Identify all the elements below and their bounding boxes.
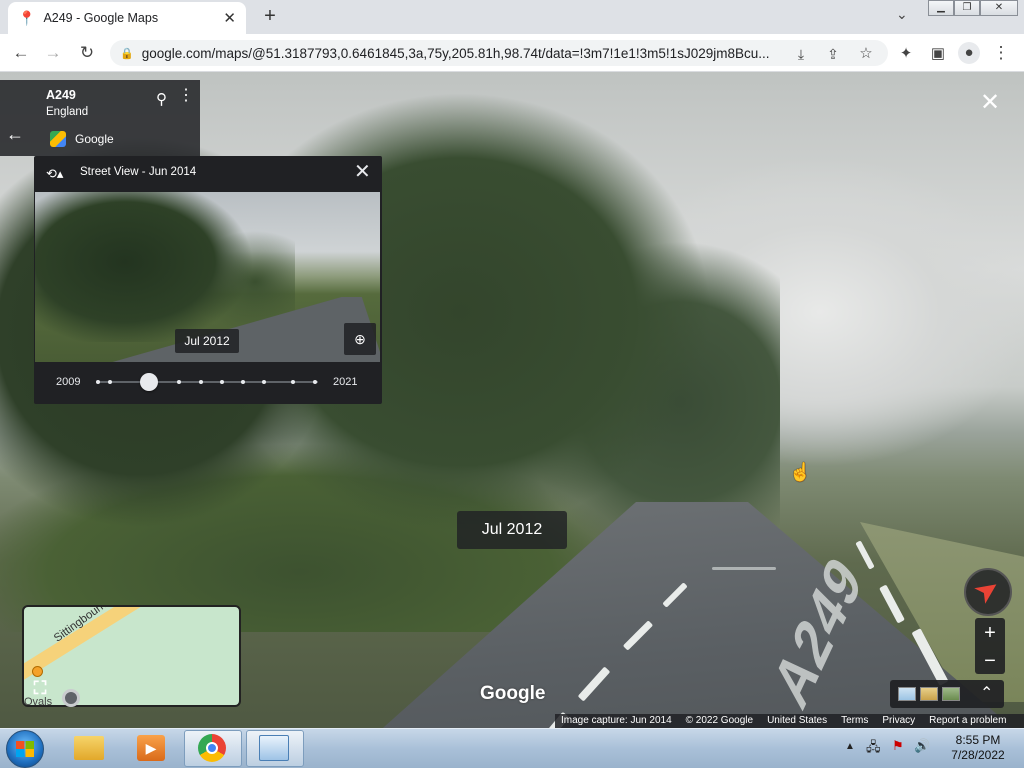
satellite-layer-thumb[interactable] (942, 687, 960, 701)
lane-marking (855, 540, 875, 570)
minimize-window-button[interactable]: ▁ (928, 0, 954, 16)
minimap-location-pin-icon (32, 666, 43, 677)
clock-time: 8:55 PM (955, 733, 1001, 747)
timeline-dot[interactable] (199, 380, 203, 384)
volume-icon[interactable]: 🔊 (914, 738, 930, 754)
capture-date-overlay: Jul 2012 (457, 511, 567, 549)
timeline-dot[interactable] (313, 380, 317, 384)
thumbnail-trees (35, 192, 295, 342)
lock-icon: 🔒 (120, 47, 134, 60)
back-to-map-icon[interactable]: ← (6, 124, 26, 145)
back-arrow-icon[interactable]: ← (10, 42, 32, 64)
more-options-icon[interactable]: ⋮ (178, 88, 194, 104)
google-maps-logo-icon (50, 131, 66, 147)
minimap[interactable]: Sittingbourne Rd (22, 605, 241, 707)
privacy-link[interactable]: Privacy (882, 714, 915, 728)
close-window-button[interactable]: ✕ (980, 0, 1018, 16)
browser-tab[interactable]: 📍 A249 - Google Maps ✕ (8, 2, 246, 34)
extensions-puzzle-icon[interactable]: ✦ (895, 43, 917, 65)
bookmark-star-icon[interactable]: ☆ (855, 43, 877, 65)
terrain-layer-thumb[interactable] (920, 687, 938, 701)
tab-title: A249 - Google Maps (43, 11, 159, 25)
timeline-slider-knob[interactable] (140, 373, 158, 391)
timeline-dot[interactable] (96, 380, 100, 384)
timeline-end-year: 2021 (333, 376, 358, 388)
terms-link[interactable]: Terms (841, 714, 868, 728)
pegman-icon[interactable] (62, 689, 80, 707)
location-pin-icon[interactable]: ⚲ (156, 90, 167, 108)
copyright: © 2022 Google (685, 715, 754, 726)
timeline-dot[interactable] (108, 380, 112, 384)
close-time-travel-icon[interactable]: ✕ (354, 162, 371, 182)
maps-pin-favicon-icon: 📍 (18, 9, 36, 26)
reload-icon[interactable]: ↻ (76, 42, 98, 64)
thumbnail-date-label: Jul 2012 (175, 329, 239, 353)
restore-window-button[interactable]: ❐ (954, 0, 980, 16)
file-explorer-icon[interactable] (74, 736, 104, 760)
history-clock-icon[interactable]: ⟲▴ (46, 166, 63, 182)
tab-close-icon[interactable]: ✕ (223, 9, 236, 27)
attribution-bar: Image capture: Jun 2014 © 2022 Google Un… (555, 714, 1024, 728)
url-text: google.com/maps/@51.3187793,0.6461845,3a… (141, 45, 770, 61)
timeline-dot[interactable] (291, 380, 295, 384)
forward-arrow-icon[interactable]: → (42, 42, 64, 64)
image-capture-date: Image capture: Jun 2014 (561, 715, 672, 726)
clock-date: 7/28/2022 (951, 748, 1005, 762)
map-layer-thumb[interactable] (898, 687, 916, 701)
action-center-flag-icon[interactable]: ⚑ (892, 738, 904, 754)
network-icon[interactable]: 🖧 (866, 738, 881, 760)
google-logo: Google (480, 683, 546, 704)
windows-logo-icon (16, 741, 34, 757)
place-region: England (46, 106, 89, 118)
timeline-dot[interactable] (220, 380, 224, 384)
expand-layers-chevron-icon[interactable]: ⌃ (980, 683, 993, 703)
timeline-dot[interactable] (262, 380, 266, 384)
new-tab-button[interactable]: + (258, 4, 282, 28)
profile-avatar-icon[interactable]: ● (958, 42, 980, 64)
road-cross-marking (712, 567, 776, 570)
expand-minimap-icon[interactable]: ⛶ (30, 678, 50, 698)
mouse-cursor-icon: ☝ (789, 462, 812, 482)
close-street-view-icon[interactable]: ✕ (980, 91, 1000, 115)
timeline-dot[interactable] (177, 380, 181, 384)
tab-search-chevron-icon[interactable]: ⌄ (896, 6, 908, 23)
media-player-icon[interactable]: ▶ (137, 735, 165, 761)
share-icon[interactable]: ⇪ (822, 43, 844, 65)
system-clock[interactable]: 8:55 PM 7/28/2022 (938, 733, 1018, 763)
chrome-icon (198, 734, 226, 762)
place-name: A249 (46, 88, 76, 102)
install-icon[interactable]: ⤓ (790, 43, 812, 65)
zoom-in-button[interactable]: + (975, 619, 1005, 647)
zoom-out-button[interactable]: − (975, 647, 1005, 675)
control-panel-icon (259, 735, 289, 761)
timeline-start-year: 2009 (56, 376, 81, 388)
time-travel-header: Street View - Jun 2014 (80, 166, 197, 178)
menu-kebab-icon[interactable]: ⋮ (990, 42, 1012, 64)
imagery-source: Google (75, 132, 114, 146)
address-bar[interactable]: 🔒 google.com/maps/@51.3187793,0.6461845,… (110, 40, 888, 66)
country-link[interactable]: United States (767, 714, 827, 728)
minimap-road (24, 607, 239, 690)
tray-overflow-icon[interactable]: ▲ (845, 741, 855, 752)
timeline-dot[interactable] (241, 380, 245, 384)
timeline-track[interactable] (98, 381, 318, 383)
report-problem-link[interactable]: Report a problem (929, 714, 1006, 728)
zoom-in-magnifier-icon[interactable]: ⊕ (344, 323, 376, 355)
side-panel-icon[interactable]: ▣ (927, 43, 949, 65)
